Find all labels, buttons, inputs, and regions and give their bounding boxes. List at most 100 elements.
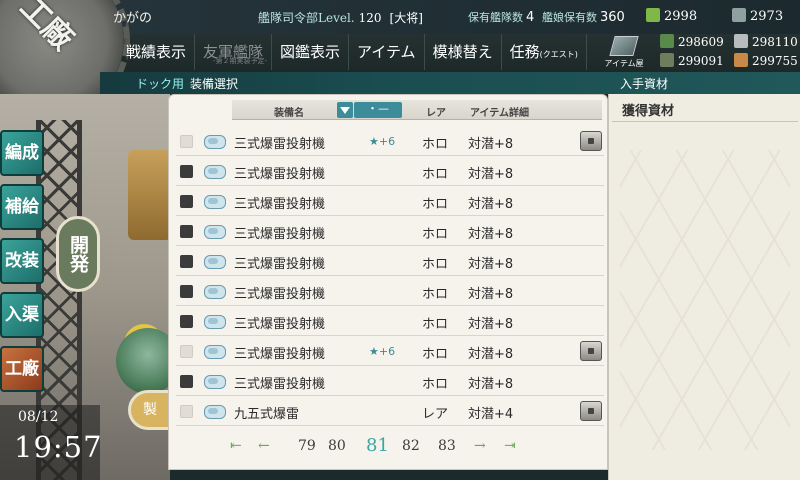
player-name: かがの: [113, 10, 153, 25]
equipment-name: 三式爆雷投射機: [234, 137, 326, 152]
shipgirl-count: 艦娘保有数 360: [542, 9, 625, 25]
bucket-resource: 2998: [646, 8, 697, 24]
row-checkbox[interactable]: [180, 195, 193, 208]
ammo-resource: 299091: [660, 53, 724, 68]
depth-charge-icon: [204, 312, 226, 330]
lock-icon[interactable]: [580, 131, 602, 151]
depth-charge-icon: [204, 192, 226, 210]
bucket-icon: [646, 8, 660, 22]
page-link[interactable]: 80: [328, 438, 346, 454]
date-display: 08/12: [18, 409, 59, 425]
equipment-rarity: ホロ: [422, 197, 449, 212]
page-link[interactable]: 82: [402, 438, 420, 454]
fleet-count: 保有艦隊数 4: [468, 9, 534, 25]
list-item[interactable]: 三式爆雷投射機 ホロ 対潜+8: [176, 186, 604, 216]
bauxite-resource: 299755: [734, 53, 798, 68]
equipment-rarity: ホロ: [422, 377, 449, 392]
side-nav-organize[interactable]: 編成: [0, 130, 44, 176]
lock-icon[interactable]: [580, 401, 602, 421]
side-nav-arsenal[interactable]: 工廠: [0, 346, 44, 392]
equipment-stat: 対潜+4: [468, 407, 514, 422]
time-display: 19:57: [14, 430, 103, 464]
list-item[interactable]: 三式爆雷投射機 ホロ 対潜+8: [176, 276, 604, 306]
equipment-stat: 対潜+8: [468, 377, 514, 392]
equipment-rarity: ホロ: [422, 257, 449, 272]
equipment-name: 三式爆雷投射機: [234, 377, 326, 392]
page-link[interactable]: 83: [438, 438, 456, 454]
list-item[interactable]: 三式爆雷投射機 ホロ 対潜+8: [176, 156, 604, 186]
equipment-rarity: ホロ: [422, 227, 449, 242]
equipment-rarity: レア: [422, 407, 449, 422]
devmat-resource: 2973: [732, 8, 783, 24]
bucket-value: 2998: [664, 9, 698, 24]
fleet-count-value: 4: [526, 10, 535, 25]
fuel-icon: [660, 34, 674, 48]
menu-encyclopedia[interactable]: 図鑑表示: [272, 34, 350, 70]
menu-quests[interactable]: 任務(クエスト): [502, 34, 587, 70]
list-item[interactable]: 三式爆雷投射機 ホロ 対潜+8: [176, 306, 604, 336]
row-checkbox[interactable]: [180, 285, 193, 298]
list-item[interactable]: 三式爆雷投射機 ホロ 対潜+8: [176, 246, 604, 276]
page-link[interactable]: 79: [298, 438, 316, 454]
equipment-stat: 対潜+8: [468, 227, 514, 242]
row-checkbox[interactable]: [180, 405, 193, 418]
equipment-stat: 対潜+8: [468, 197, 514, 212]
row-checkbox[interactable]: [180, 135, 193, 148]
steel-icon: [734, 34, 748, 48]
build-button[interactable]: 製: [128, 390, 172, 430]
list-item[interactable]: 三式爆雷投射機 ★+6 ホロ 対潜+8: [176, 126, 604, 156]
item-shop-button[interactable]: アイテム屋: [598, 36, 650, 70]
row-checkbox[interactable]: [180, 345, 193, 358]
prev-page-arrow[interactable]: ←: [258, 438, 270, 454]
last-page-arrow[interactable]: ⇥: [504, 438, 516, 454]
equipment-stat: 対潜+8: [468, 257, 514, 272]
row-checkbox[interactable]: [180, 315, 193, 328]
current-page[interactable]: 81: [366, 435, 389, 456]
row-checkbox[interactable]: [180, 225, 193, 238]
equipment-name: 三式爆雷投射機: [234, 167, 326, 182]
sort-dropdown-button[interactable]: [337, 102, 353, 118]
devmat-icon: [732, 8, 746, 22]
menu-furniture[interactable]: 模様替え: [425, 34, 502, 70]
filter-button[interactable]: ・—: [354, 102, 402, 118]
menu-items[interactable]: アイテム: [349, 34, 425, 70]
side-nav-repair[interactable]: 入渠: [0, 292, 44, 338]
next-page-arrow[interactable]: →: [474, 438, 486, 454]
list-item[interactable]: 三式爆雷投射機 ホロ 対潜+8: [176, 216, 604, 246]
col-name-header: 装備名: [274, 108, 304, 119]
row-checkbox[interactable]: [180, 165, 193, 178]
row-checkbox[interactable]: [180, 375, 193, 388]
list-item[interactable]: 三式爆雷投射機 ★+6 ホロ 対潜+8: [176, 336, 604, 366]
equipment-rarity: ホロ: [422, 347, 449, 362]
improvement-level: ★+6: [369, 135, 396, 148]
equipment-name: 三式爆雷投射機: [234, 347, 326, 362]
equipment-stat: 対潜+8: [468, 317, 514, 332]
depth-charge-icon: [204, 342, 226, 360]
side-nav-supply[interactable]: 補給: [0, 184, 44, 230]
lock-icon[interactable]: [580, 341, 602, 361]
depth-charge-icon: [204, 402, 226, 420]
equipment-stat: 対潜+8: [468, 137, 514, 152]
equipment-rarity: ホロ: [422, 137, 449, 152]
row-checkbox[interactable]: [180, 255, 193, 268]
hq-level: 艦隊司令部Level. 120 [大将]: [258, 9, 423, 26]
menu-record[interactable]: 戦績表示: [118, 34, 196, 70]
equipment-name: 三式爆雷投射機: [234, 257, 326, 272]
depth-charge-icon: [204, 372, 226, 390]
col-rarity-header: レア: [426, 108, 446, 119]
ammo-value: 299091: [678, 54, 724, 68]
list-item[interactable]: 九五式爆雷 レア 対潜+4: [176, 396, 604, 426]
depth-charge-icon: [204, 282, 226, 300]
develop-button[interactable]: 開発: [56, 216, 100, 292]
equipment-rarity: ホロ: [422, 167, 449, 182]
equipment-name: 九五式爆雷: [234, 407, 300, 422]
side-nav-remodel[interactable]: 改装: [0, 238, 44, 284]
depth-charge-icon: [204, 162, 226, 180]
first-page-arrow[interactable]: ⇤: [230, 438, 242, 454]
equipment-name: 三式爆雷投射機: [234, 317, 326, 332]
book-icon: [609, 36, 639, 56]
list-item[interactable]: 三式爆雷投射機 ホロ 対潜+8: [176, 366, 604, 396]
pagination: ⇤ ← → ⇥ 79 80 81 82 83: [228, 435, 568, 462]
menu-friend-fleet: 友軍艦隊 -第２期実装予定-: [195, 34, 273, 70]
bauxite-icon: [734, 53, 748, 67]
